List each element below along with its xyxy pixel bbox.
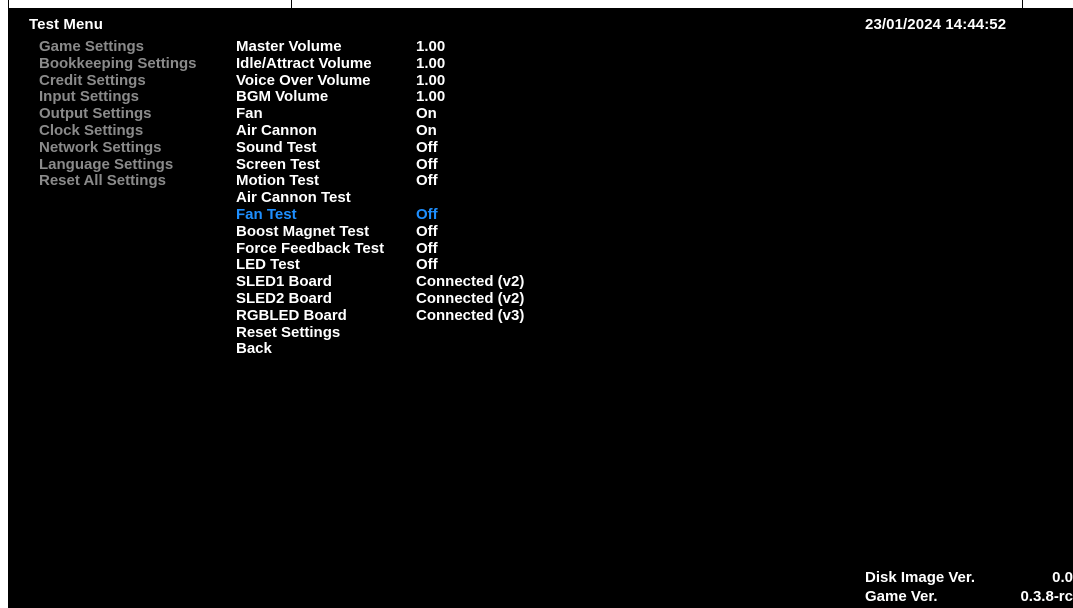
option-label: Air Cannon Test <box>236 189 351 207</box>
disk-image-version-label: Disk Image Ver. <box>865 569 976 586</box>
test-menu-screen: Test Menu 23/01/2024 14:44:52 Game Setti… <box>8 8 1073 608</box>
option-value: Off <box>416 155 438 173</box>
option-label: Motion Test <box>236 172 320 190</box>
option-value: Off <box>416 256 438 274</box>
option-value: Off <box>416 138 438 156</box>
category-item-language-settings[interactable]: Language Settings <box>39 156 197 174</box>
option-value: 1.00 <box>416 38 446 55</box>
category-item-game-settings[interactable]: Game Settings <box>39 38 197 56</box>
option-value: 1.00 <box>416 88 446 106</box>
option-value: Off <box>416 239 438 257</box>
top-border-strip <box>0 0 1073 8</box>
option-label: Fan Test <box>236 205 297 223</box>
option-label: Master Volume <box>236 38 342 55</box>
option-value: On <box>416 105 437 123</box>
game-version-label: Game Ver. <box>865 588 938 605</box>
disk-image-version-value: 0.0 <box>1052 569 1073 586</box>
strip-divider <box>8 0 9 8</box>
option-label: BGM Volume <box>236 88 329 106</box>
option-value: Connected (v3) <box>416 306 525 324</box>
option-value: On <box>416 121 437 139</box>
option-label: Idle/Attract Volume <box>236 54 372 72</box>
option-value: 1.00 <box>416 54 446 72</box>
game-version-value: 0.3.8-rc <box>1020 588 1073 605</box>
category-item-clock-settings[interactable]: Clock Settings <box>39 122 197 140</box>
option-label: Force Feedback Test <box>236 239 385 257</box>
category-item-reset-all-settings[interactable]: Reset All Settings <box>39 173 197 190</box>
option-label: SLED1 Board <box>236 273 332 291</box>
category-item-output-settings[interactable]: Output Settings <box>39 105 197 123</box>
option-value: Connected (v2) <box>416 273 525 291</box>
option-label: Voice Over Volume <box>236 71 371 89</box>
option-label: Back <box>236 340 272 358</box>
option-value: Off <box>416 205 438 223</box>
strip-divider <box>1022 0 1023 8</box>
option-label: SLED2 Board <box>236 289 332 307</box>
option-label: Fan <box>236 105 263 123</box>
option-label: Screen Test <box>236 155 320 173</box>
option-value: 1.00 <box>416 71 446 89</box>
menu-title: Test Menu <box>29 16 103 33</box>
datetime-display: 23/01/2024 14:44:52 <box>865 16 1007 33</box>
option-label: Sound Test <box>236 138 317 156</box>
strip-divider <box>291 0 292 8</box>
option-value: Off <box>416 222 438 240</box>
option-label: Boost Magnet Test <box>236 222 370 240</box>
category-list: Game Settings Bookkeeping Settings Credi… <box>39 38 197 190</box>
option-label: Air Cannon <box>236 121 317 139</box>
option-value: Off <box>416 172 438 190</box>
category-item-bookkeeping-settings[interactable]: Bookkeeping Settings <box>39 55 197 73</box>
option-label: Reset Settings <box>236 323 341 341</box>
option-label: RGBLED Board <box>236 306 347 324</box>
category-item-network-settings[interactable]: Network Settings <box>39 139 197 157</box>
option-label: LED Test <box>236 256 300 274</box>
option-value: Connected (v2) <box>416 289 525 307</box>
category-item-credit-settings[interactable]: Credit Settings <box>39 72 197 90</box>
category-item-input-settings[interactable]: Input Settings <box>39 89 197 106</box>
